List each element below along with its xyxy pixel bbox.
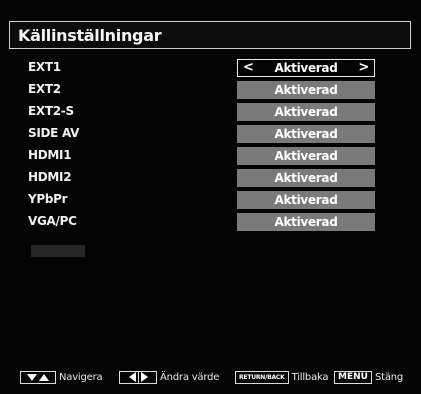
source-label: SIDE AV xyxy=(28,126,80,140)
source-settings-menu: Källinställningar EXT1 < Aktiverad > EXT… xyxy=(0,0,421,394)
left-right-arrows-icon xyxy=(119,370,157,384)
arrow-right-icon xyxy=(140,372,148,382)
source-list-panel: EXT1 < Aktiverad > EXT2 Aktiverad EXT2-S… xyxy=(9,52,411,358)
chevron-left-icon[interactable]: < xyxy=(243,60,254,76)
menu-title: Källinställningar xyxy=(18,26,162,45)
source-label: YPbPr xyxy=(28,192,68,206)
source-value-selector[interactable]: < Aktiverad > xyxy=(237,59,375,77)
arrow-up-icon xyxy=(39,373,49,381)
source-row-hdmi1[interactable]: HDMI1 Aktiverad xyxy=(9,146,411,166)
chevron-right-icon[interactable]: > xyxy=(358,60,369,76)
hint-navigate-label: Navigera xyxy=(59,371,103,383)
empty-list-slot xyxy=(31,245,85,257)
footer-hints: Navigera Ändra värde RETURN/BACK Tillbak… xyxy=(0,368,421,386)
source-value[interactable]: Aktiverad xyxy=(237,147,375,165)
menu-key-label: MENU xyxy=(338,372,368,382)
source-row-hdmi2[interactable]: HDMI2 Aktiverad xyxy=(9,168,411,188)
arrow-left-icon xyxy=(128,372,136,382)
source-row-ext1[interactable]: EXT1 < Aktiverad > xyxy=(9,58,411,78)
hint-close-label: Stäng xyxy=(374,371,404,383)
hint-close: MENU Stäng xyxy=(334,368,403,386)
return-back-key-icon: RETURN/BACK xyxy=(235,370,289,384)
source-label: VGA/PC xyxy=(28,214,77,228)
hint-back: RETURN/BACK Tillbaka xyxy=(235,368,329,386)
source-value[interactable]: Aktiverad xyxy=(237,81,375,99)
source-label: HDMI1 xyxy=(28,148,72,162)
hint-change-value: Ändra värde xyxy=(119,368,219,386)
source-row-ext2-s[interactable]: EXT2-S Aktiverad xyxy=(9,102,411,122)
source-value[interactable]: Aktiverad xyxy=(237,125,375,143)
source-label: EXT2-S xyxy=(28,104,74,118)
up-down-arrows-icon xyxy=(20,370,56,384)
source-value[interactable]: Aktiverad xyxy=(237,191,375,209)
menu-title-bar: Källinställningar xyxy=(9,21,411,49)
source-row-ypbpr[interactable]: YPbPr Aktiverad xyxy=(9,190,411,210)
arrow-down-icon xyxy=(27,373,37,381)
source-label: EXT1 xyxy=(28,60,61,74)
source-row-vga-pc[interactable]: VGA/PC Aktiverad xyxy=(9,212,411,232)
source-row-side-av[interactable]: SIDE AV Aktiverad xyxy=(9,124,411,144)
key-divider xyxy=(137,371,139,383)
return-back-key-label: RETURN/BACK xyxy=(239,373,285,381)
menu-key-icon: MENU xyxy=(334,370,372,384)
source-label: EXT2 xyxy=(28,82,61,96)
source-label: HDMI2 xyxy=(28,170,72,184)
source-value[interactable]: Aktiverad xyxy=(237,213,375,231)
source-value[interactable]: Aktiverad xyxy=(237,103,375,121)
source-row-ext2[interactable]: EXT2 Aktiverad xyxy=(9,80,411,100)
source-value: Aktiverad xyxy=(274,61,338,75)
hint-navigate: Navigera xyxy=(20,368,103,386)
hint-back-label: Tillbaka xyxy=(291,371,329,383)
hint-change-value-label: Ändra värde xyxy=(160,371,220,383)
source-value[interactable]: Aktiverad xyxy=(237,169,375,187)
